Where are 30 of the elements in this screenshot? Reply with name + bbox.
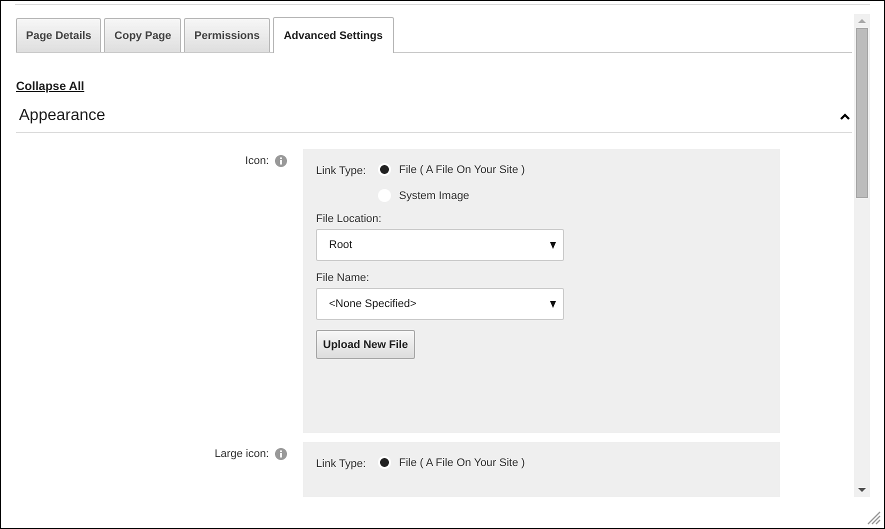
tab[interactable]: Page Details <box>16 18 102 52</box>
radio-label: System Image <box>399 190 470 202</box>
chevron-up-icon[interactable] <box>840 112 850 120</box>
tab[interactable]: Permissions <box>184 18 270 52</box>
field-label: Large icon: <box>214 448 269 460</box>
info-icon[interactable] <box>275 155 287 167</box>
collapse-all-link[interactable]: Collapse All <box>16 79 84 93</box>
field-label: Link Type: <box>316 164 367 179</box>
field-label: File Location: <box>316 213 382 225</box>
field-label: Icon: <box>245 155 269 167</box>
dropdown[interactable]: Root <box>316 229 564 261</box>
resize-grip-icon[interactable] <box>867 511 881 525</box>
scroll-up-icon[interactable] <box>858 19 866 23</box>
upload-button[interactable]: Upload New File <box>316 330 415 359</box>
field-label: Link Type: <box>316 457 367 470</box>
radio-button[interactable] <box>378 456 391 469</box>
field-label: File Name: <box>316 272 370 284</box>
radio-label: File ( A File On Your Site ) <box>399 456 525 468</box>
dropdown[interactable]: <None Specified> <box>316 288 564 320</box>
radio-button[interactable] <box>378 163 391 176</box>
info-icon[interactable] <box>275 448 287 460</box>
caret-icon <box>550 300 556 308</box>
scroll-down-icon[interactable] <box>858 488 866 492</box>
section-title: Appearance <box>18 107 106 125</box>
radio-label: File ( A File On Your Site ) <box>399 164 525 176</box>
tab[interactable]: Advanced Settings <box>272 17 394 53</box>
scrollbar-thumb[interactable] <box>856 28 868 198</box>
caret-icon <box>550 242 556 248</box>
scrollbar[interactable] <box>854 14 870 497</box>
tab[interactable]: Copy Page <box>104 18 182 52</box>
